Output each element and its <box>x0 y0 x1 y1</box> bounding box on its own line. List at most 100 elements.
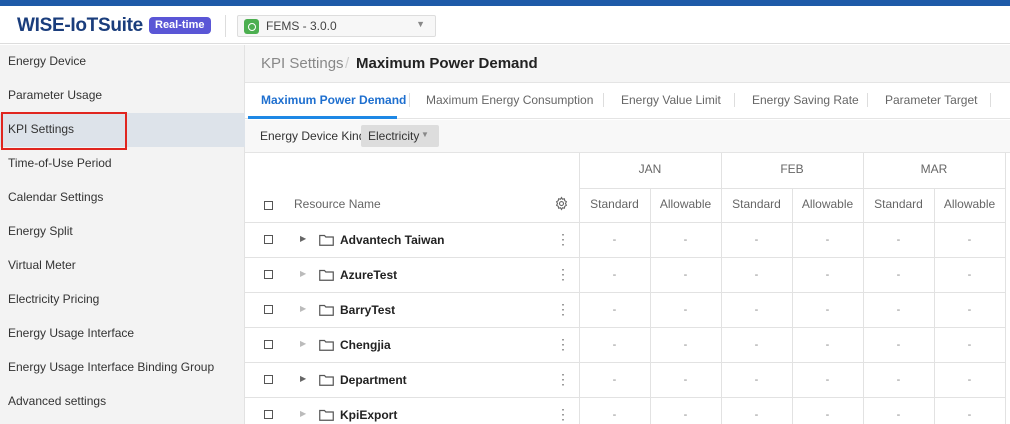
table-cell: - <box>825 373 830 386</box>
header-divider <box>579 188 1006 189</box>
resource-name[interactable]: Department <box>340 373 407 387</box>
table-cell: - <box>825 233 830 246</box>
table-cell: - <box>967 408 972 421</box>
filter-bar: Energy Device Kind Electricity ▼ <box>245 120 1010 153</box>
table-cell: - <box>896 338 901 351</box>
resource-name[interactable]: Advantech Taiwan <box>340 233 444 247</box>
breadcrumb-current: Maximum Power Demand <box>356 55 538 72</box>
kebab-menu-icon[interactable]: ⋮ <box>556 302 570 316</box>
table-cell: - <box>967 338 972 351</box>
tab-maximum-power-demand[interactable]: Maximum Power Demand <box>261 93 406 107</box>
resource-name[interactable]: BarryTest <box>340 303 395 317</box>
table-cell: - <box>896 408 901 421</box>
energy-device-kind-label: Energy Device Kind <box>260 129 366 143</box>
breadcrumb: KPI Settings / Maximum Power Demand <box>245 45 1010 83</box>
sidebar-item[interactable]: Energy Split <box>0 215 245 249</box>
app-selector[interactable]: FEMS - 3.0.0 ▼ <box>237 15 436 37</box>
folder-icon <box>319 269 334 281</box>
header-divider <box>245 222 1006 223</box>
caret-right-icon[interactable]: ▶ <box>300 374 306 383</box>
caret-right-icon[interactable]: ▶ <box>300 339 306 348</box>
row-checkbox[interactable] <box>264 269 273 279</box>
sidebar-item[interactable]: Energy Usage Interface Binding Group <box>0 351 245 385</box>
row-checkbox[interactable] <box>264 339 273 349</box>
table-cell: - <box>754 303 759 316</box>
breadcrumb-parent[interactable]: KPI Settings <box>261 55 344 72</box>
fems-app-icon <box>244 19 259 34</box>
row-checkbox[interactable] <box>264 234 273 244</box>
kpi-table: Resource Name JAN Standard Allowable FEB Sta… <box>245 153 1010 424</box>
main-content: KPI Settings / Maximum Power Demand Maxi… <box>245 45 1010 424</box>
row-divider <box>245 257 1006 258</box>
chevron-down-icon: ▼ <box>421 130 429 139</box>
subcolumn-header: Standard <box>732 197 781 211</box>
subcolumn-header: Standard <box>590 197 639 211</box>
sidebar-item[interactable]: Parameter Usage <box>0 79 245 113</box>
sidebar-item[interactable]: KPI Settings <box>0 113 245 147</box>
folder-icon <box>319 304 334 316</box>
table-cell: - <box>825 268 830 281</box>
kebab-menu-icon[interactable]: ⋮ <box>556 267 570 281</box>
sidebar-item[interactable]: Time-of-Use Period <box>0 147 245 181</box>
caret-right-icon[interactable]: ▶ <box>300 269 306 278</box>
subcolumn-header: Allowable <box>943 197 996 211</box>
row-divider <box>245 327 1006 328</box>
tab-maximum-energy-consumption[interactable]: Maximum Energy Consumption <box>426 93 593 107</box>
tab-energy-saving-rate[interactable]: Energy Saving Rate <box>752 93 859 107</box>
folder-icon <box>319 409 334 421</box>
folder-icon <box>319 339 334 351</box>
table-cell: - <box>896 268 901 281</box>
sidebar-item[interactable]: Electricity Pricing <box>0 283 245 317</box>
tab-divider <box>990 93 991 107</box>
row-checkbox[interactable] <box>264 409 273 419</box>
resource-name[interactable]: Chengjia <box>340 338 391 352</box>
tab-parameter-target[interactable]: Parameter Target <box>885 93 978 107</box>
kebab-menu-icon[interactable]: ⋮ <box>556 232 570 246</box>
tab-divider <box>603 93 604 107</box>
tab-divider <box>409 93 410 107</box>
month-header: FEB <box>780 162 804 176</box>
table-cell: - <box>612 303 617 316</box>
sidebar-item[interactable]: Calendar Settings <box>0 181 245 215</box>
table-cell: - <box>754 233 759 246</box>
row-checkbox[interactable] <box>264 374 273 384</box>
app-logo[interactable]: WISE-IoTSuite <box>17 15 143 37</box>
kebab-menu-icon[interactable]: ⋮ <box>556 337 570 351</box>
breadcrumb-separator: / <box>345 55 350 72</box>
sidebar-item[interactable]: Virtual Meter <box>0 249 245 283</box>
tab-energy-value-limit[interactable]: Energy Value Limit <box>621 93 721 107</box>
table-cell: - <box>612 233 617 246</box>
table-cell: - <box>754 408 759 421</box>
table-cell: - <box>612 338 617 351</box>
table-cell: - <box>967 268 972 281</box>
sidebar-item[interactable]: Energy Device <box>0 45 245 79</box>
caret-right-icon[interactable]: ▶ <box>300 234 306 243</box>
row-checkbox[interactable] <box>264 304 273 314</box>
table-cell: - <box>683 408 688 421</box>
resource-name-header: Resource Name <box>294 197 381 211</box>
table-cell: - <box>967 233 972 246</box>
sidebar-item[interactable]: Advanced settings <box>0 385 245 419</box>
table-cell: - <box>825 338 830 351</box>
header-divider <box>225 15 226 37</box>
caret-right-icon[interactable]: ▶ <box>300 409 306 418</box>
resource-name[interactable]: KpiExport <box>340 408 397 422</box>
table-cell: - <box>612 408 617 421</box>
resource-name[interactable]: AzureTest <box>340 268 397 282</box>
subcolumn-header: Allowable <box>801 197 854 211</box>
select-all-checkbox[interactable] <box>264 201 273 210</box>
table-cell: - <box>896 233 901 246</box>
kebab-menu-icon[interactable]: ⋮ <box>556 407 570 421</box>
column-divider <box>1005 153 1006 424</box>
table-cell: - <box>683 303 688 316</box>
table-cell: - <box>754 373 759 386</box>
table-cell: - <box>612 373 617 386</box>
gear-icon[interactable] <box>554 196 569 211</box>
realtime-badge: Real-time <box>149 17 211 34</box>
caret-right-icon[interactable]: ▶ <box>300 304 306 313</box>
tab-divider <box>734 93 735 107</box>
sidebar-item[interactable]: Energy Usage Interface <box>0 317 245 351</box>
kebab-menu-icon[interactable]: ⋮ <box>556 372 570 386</box>
app-selector-label: FEMS - 3.0.0 <box>266 19 337 33</box>
energy-device-kind-select[interactable]: Electricity ▼ <box>361 125 439 147</box>
